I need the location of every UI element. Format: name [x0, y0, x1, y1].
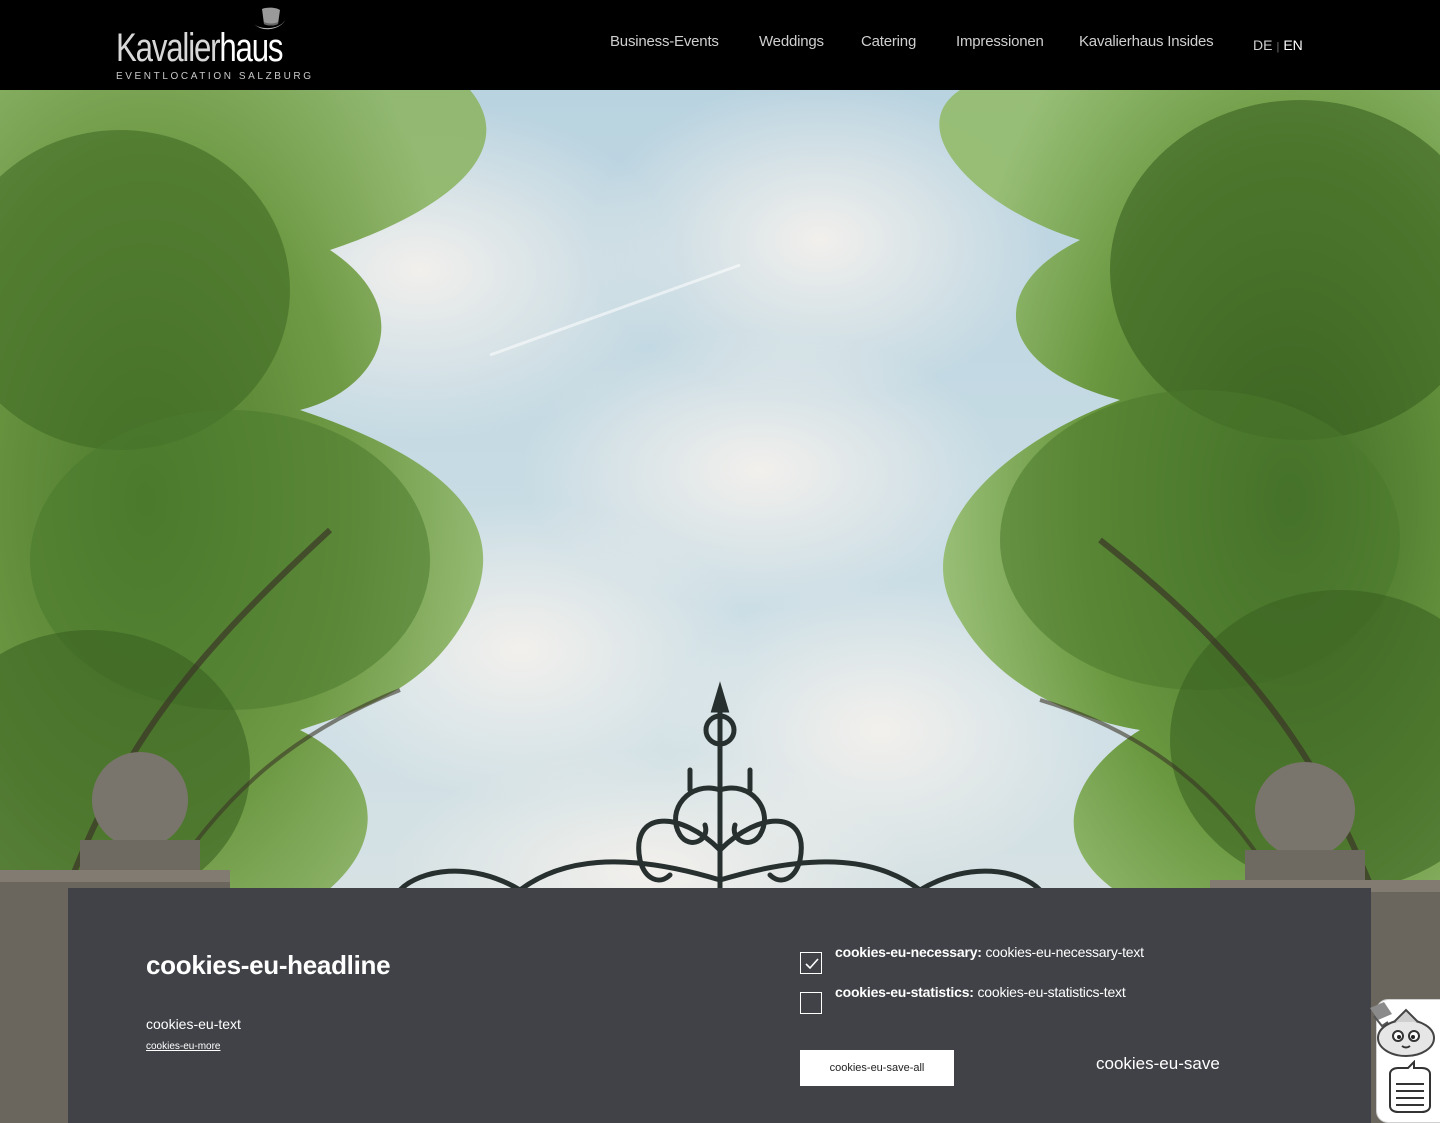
statistics-checkbox[interactable] — [800, 992, 822, 1014]
nav-kavalierhaus-insides[interactable]: Kavalierhaus Insides — [1079, 33, 1214, 50]
cookie-option-necessary: cookies-eu-necessary: cookies-eu-necessa… — [800, 944, 1144, 974]
nav-catering[interactable]: Catering — [861, 33, 916, 50]
lang-de[interactable]: DE — [1253, 37, 1272, 53]
chat-list-icon[interactable] — [1384, 1060, 1434, 1114]
lang-separator: | — [1276, 41, 1280, 53]
page: Kavalierhaus EVENTLOCATION SALZBURG Busi… — [0, 0, 1440, 1123]
save-all-button[interactable]: cookies-eu-save-all — [800, 1050, 954, 1086]
chat-widget[interactable] — [1366, 998, 1440, 1123]
mascot-icon[interactable] — [1366, 1000, 1438, 1060]
site-logo[interactable]: Kavalierhaus EVENTLOCATION SALZBURG — [116, 6, 311, 86]
necessary-checkbox[interactable] — [800, 952, 822, 974]
cookie-text: cookies-eu-text — [146, 1016, 241, 1032]
cookie-more-link[interactable]: cookies-eu-more — [146, 1041, 220, 1052]
nav-impressionen[interactable]: Impressionen — [956, 33, 1044, 50]
logo-wordmark: Kavalierhaus — [116, 26, 284, 70]
nav-business-events[interactable]: Business-Events — [610, 33, 719, 50]
cookie-option-statistics: cookies-eu-statistics: cookies-eu-statis… — [800, 984, 1126, 1014]
save-button[interactable]: cookies-eu-save — [1096, 1054, 1220, 1074]
cookie-headline: cookies-eu-headline — [146, 950, 391, 980]
nav-weddings[interactable]: Weddings — [759, 33, 824, 50]
language-switcher: DE | EN — [1253, 37, 1303, 53]
checkmark-icon — [805, 958, 819, 970]
lang-en[interactable]: EN — [1283, 37, 1302, 53]
logo-tagline: EVENTLOCATION SALZBURG — [116, 71, 314, 82]
necessary-label: cookies-eu-necessary: cookies-eu-necessa… — [835, 944, 1144, 960]
site-header: Kavalierhaus EVENTLOCATION SALZBURG Busi… — [0, 0, 1440, 90]
cookie-banner: cookies-eu-headline cookies-eu-text cook… — [68, 888, 1371, 1123]
statistics-label: cookies-eu-statistics: cookies-eu-statis… — [835, 984, 1126, 1000]
